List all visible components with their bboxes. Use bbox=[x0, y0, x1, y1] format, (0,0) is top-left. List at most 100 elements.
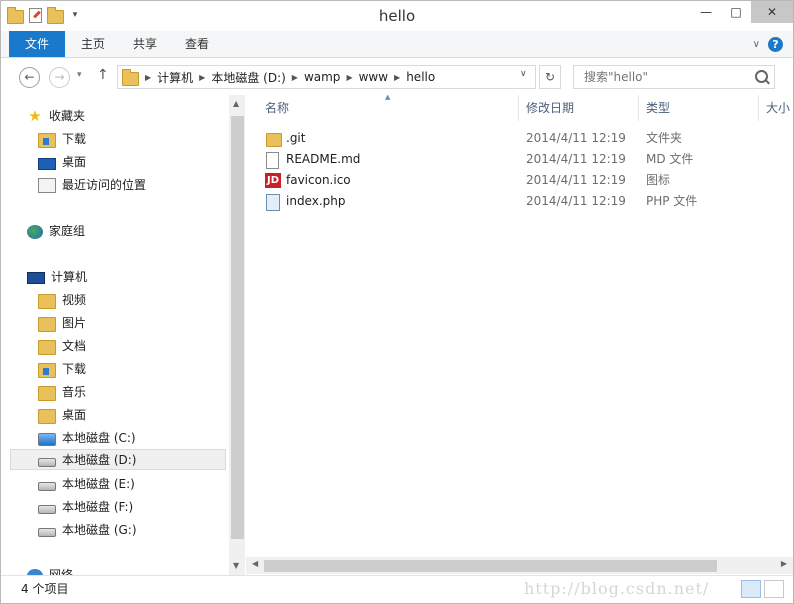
search-icon[interactable] bbox=[755, 70, 768, 83]
tab-home[interactable]: 主页 bbox=[67, 31, 119, 57]
file-date: 2014/4/11 12:19 bbox=[526, 152, 626, 166]
refresh-button[interactable]: ↻ bbox=[539, 65, 561, 89]
column-header-size[interactable]: 大小 bbox=[766, 95, 790, 121]
search-input[interactable] bbox=[582, 69, 746, 85]
column-header-name[interactable]: 名称 bbox=[265, 95, 289, 121]
chevron-right-icon[interactable]: ▶ bbox=[145, 73, 151, 82]
nav-homegroup[interactable]: 家庭组 bbox=[27, 220, 85, 242]
file-row[interactable]: JD favicon.ico 2014/4/11 12:19 图标 bbox=[246, 170, 793, 191]
pictures-folder-icon bbox=[38, 316, 56, 332]
column-divider[interactable] bbox=[518, 95, 519, 121]
horizontal-scrollbar[interactable]: ◀ ▶ bbox=[246, 557, 793, 574]
window-title: hello bbox=[378, 7, 416, 25]
column-divider[interactable] bbox=[758, 95, 759, 121]
horizontal-scrollbar-thumb[interactable] bbox=[264, 560, 717, 572]
desktop-icon bbox=[38, 157, 56, 170]
expand-ribbon-icon[interactable]: ∨ bbox=[753, 39, 760, 50]
ribbon-right: ∨ ? bbox=[753, 37, 783, 52]
scroll-down-icon[interactable]: ▼ bbox=[233, 561, 239, 570]
back-button[interactable]: ← bbox=[19, 67, 40, 88]
tab-file[interactable]: 文件 bbox=[9, 31, 66, 57]
title-bar: ▾ hello — □ ✕ bbox=[1, 1, 793, 31]
scroll-up-icon[interactable]: ▲ bbox=[233, 99, 239, 108]
nav-item-downloads-2[interactable]: 下载 bbox=[38, 358, 86, 380]
maximize-button[interactable]: □ bbox=[721, 1, 751, 23]
nav-network[interactable]: 网络 bbox=[27, 564, 73, 575]
nav-item-desktop[interactable]: 桌面 bbox=[38, 151, 86, 173]
nav-label: 本地磁盘 (E:) bbox=[62, 477, 135, 491]
large-icons-view-button[interactable] bbox=[764, 580, 784, 598]
navigation-pane: ★ 收藏夹 下载 桌面 最近访问的位置 家庭组 计算机 视频 图片 文档 下载 … bbox=[1, 95, 229, 575]
help-icon[interactable]: ? bbox=[768, 37, 783, 52]
videos-folder-icon bbox=[38, 293, 56, 309]
close-button[interactable]: ✕ bbox=[751, 1, 793, 23]
chevron-right-icon[interactable]: ▶ bbox=[346, 73, 352, 82]
scroll-left-icon[interactable]: ◀ bbox=[252, 559, 258, 568]
breadcrumb-computer[interactable]: 计算机 bbox=[157, 69, 193, 86]
nav-label: 图片 bbox=[62, 316, 87, 330]
nav-favorites[interactable]: ★ 收藏夹 bbox=[27, 105, 85, 127]
file-date: 2014/4/11 12:19 bbox=[526, 173, 626, 187]
file-row[interactable]: index.php 2014/4/11 12:19 PHP 文件 bbox=[246, 191, 793, 212]
tab-view[interactable]: 查看 bbox=[171, 31, 223, 57]
nav-label: 收藏夹 bbox=[49, 109, 86, 123]
column-header-type[interactable]: 类型 bbox=[646, 95, 670, 121]
nav-item-drive-c[interactable]: 本地磁盘 (C:) bbox=[38, 427, 136, 449]
drive-icon bbox=[38, 482, 56, 491]
address-history-dropdown-icon[interactable]: ∨ bbox=[520, 69, 527, 79]
nav-label: 网络 bbox=[49, 568, 74, 575]
downloads-folder-icon bbox=[38, 132, 56, 148]
chevron-right-icon[interactable]: ▶ bbox=[292, 73, 298, 82]
nav-item-downloads[interactable]: 下载 bbox=[38, 128, 86, 150]
nav-label: 文档 bbox=[62, 339, 87, 353]
nav-label: 本地磁盘 (G:) bbox=[62, 523, 137, 537]
search-box[interactable] bbox=[573, 65, 775, 89]
document-icon bbox=[266, 152, 279, 169]
nav-item-videos[interactable]: 视频 bbox=[38, 289, 86, 311]
file-name: README.md bbox=[286, 152, 361, 166]
status-bar: 4 个项目 http://blog.csdn.net/ bbox=[1, 575, 793, 603]
nav-item-drive-d[interactable]: 本地磁盘 (D:) bbox=[10, 449, 226, 470]
tab-share[interactable]: 共享 bbox=[119, 31, 171, 57]
forward-button[interactable]: → bbox=[49, 67, 70, 88]
file-type: MD 文件 bbox=[646, 152, 694, 166]
nav-item-desktop-2[interactable]: 桌面 bbox=[38, 404, 86, 426]
nav-computer[interactable]: 计算机 bbox=[27, 266, 87, 288]
breadcrumb-drive-d[interactable]: 本地磁盘 (D:) bbox=[211, 69, 285, 86]
folder-icon bbox=[122, 68, 139, 86]
nav-label: 音乐 bbox=[62, 385, 87, 399]
star-icon: ★ bbox=[28, 107, 42, 125]
up-button[interactable]: ↑ bbox=[97, 67, 109, 83]
nav-label: 家庭组 bbox=[49, 224, 86, 238]
nav-item-drive-g[interactable]: 本地磁盘 (G:) bbox=[38, 519, 137, 541]
breadcrumb-hello[interactable]: hello bbox=[406, 70, 435, 84]
recent-locations-dropdown-icon[interactable]: ▾ bbox=[77, 70, 82, 80]
file-name: favicon.ico bbox=[286, 173, 351, 187]
address-bar[interactable]: ▶ 计算机 ▶ 本地磁盘 (D:) ▶ wamp ▶ www ▶ hello bbox=[117, 65, 536, 89]
scroll-right-icon[interactable]: ▶ bbox=[781, 559, 787, 568]
documents-folder-icon bbox=[38, 339, 56, 355]
nav-item-drive-f[interactable]: 本地磁盘 (F:) bbox=[38, 496, 133, 518]
breadcrumb-www[interactable]: www bbox=[359, 70, 388, 84]
file-row[interactable]: .git 2014/4/11 12:19 文件夹 bbox=[246, 128, 793, 149]
column-divider[interactable] bbox=[638, 95, 639, 121]
chevron-right-icon[interactable]: ▶ bbox=[199, 73, 205, 82]
nav-scrollbar-thumb[interactable] bbox=[231, 116, 244, 539]
nav-label: 桌面 bbox=[62, 408, 87, 422]
nav-item-documents[interactable]: 文档 bbox=[38, 335, 86, 357]
chevron-right-icon[interactable]: ▶ bbox=[394, 73, 400, 82]
minimize-button[interactable]: — bbox=[691, 1, 721, 23]
nav-scrollbar[interactable]: ▲ ▼ bbox=[229, 95, 245, 575]
nav-item-drive-e[interactable]: 本地磁盘 (E:) bbox=[38, 473, 135, 495]
nav-label: 最近访问的位置 bbox=[62, 178, 147, 192]
file-row[interactable]: README.md 2014/4/11 12:19 MD 文件 bbox=[246, 149, 793, 170]
nav-item-recent-places[interactable]: 最近访问的位置 bbox=[38, 174, 146, 196]
downloads-folder-icon bbox=[38, 362, 56, 378]
breadcrumb-wamp[interactable]: wamp bbox=[304, 70, 340, 84]
details-view-button[interactable] bbox=[741, 580, 761, 598]
nav-label: 计算机 bbox=[51, 270, 88, 284]
nav-label: 桌面 bbox=[62, 155, 87, 169]
nav-item-pictures[interactable]: 图片 bbox=[38, 312, 86, 334]
column-header-date[interactable]: 修改日期 bbox=[526, 95, 574, 121]
nav-item-music[interactable]: 音乐 bbox=[38, 381, 86, 403]
